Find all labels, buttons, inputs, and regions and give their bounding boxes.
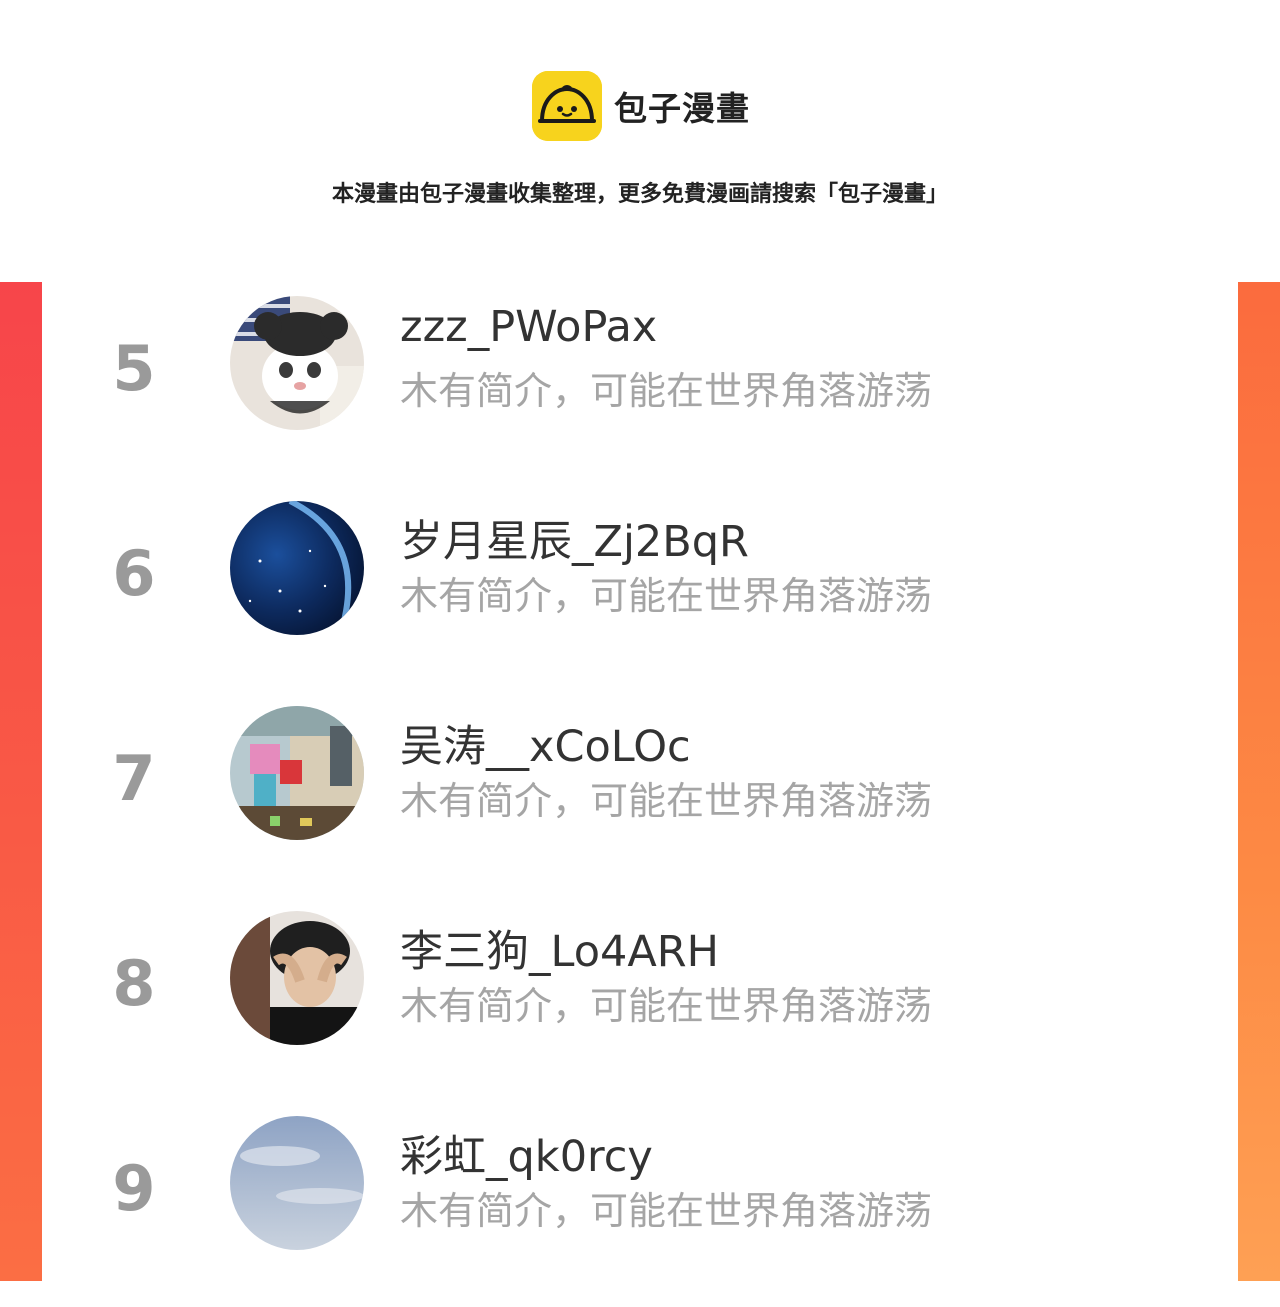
rank-number: 8 — [112, 947, 156, 1020]
list-item[interactable]: 8 李三狗_Lo4ARH 木有简介，可能在世界角落游荡 — [42, 897, 1238, 1102]
username[interactable]: 吴涛__xCoLOc — [400, 712, 691, 774]
blocky-game-avatar-icon[interactable] — [230, 706, 364, 840]
user-bio: 木有简介，可能在世界角落游荡 — [400, 984, 933, 1028]
rank-number: 5 — [112, 332, 156, 405]
username[interactable]: zzz_PWoPax — [400, 302, 657, 352]
sky-avatar-icon[interactable] — [230, 1116, 364, 1250]
rank-number: 7 — [112, 742, 156, 815]
username[interactable]: 岁月星辰_Zj2BqR — [400, 507, 749, 569]
tagline: 本漫畫由包子漫畫收集整理，更多免費漫画請搜索「包子漫畫」 — [331, 182, 948, 207]
person-avatar-icon[interactable] — [230, 911, 364, 1045]
list-item[interactable]: 5 zzz_PWoPax 木有简介，可能在世界角落游荡 — [42, 282, 1238, 487]
user-bio: 木有简介，可能在世界角落游荡 — [400, 574, 933, 618]
username[interactable]: 李三狗_Lo4ARH — [400, 917, 719, 979]
rank-number: 9 — [112, 1152, 156, 1225]
brand-logo[interactable]: 包子漫畫 — [532, 70, 750, 142]
rank-number: 6 — [112, 537, 156, 610]
list-item[interactable]: 7 吴涛__xCoLOc 木有简介，可能在世界角落游荡 — [42, 692, 1238, 897]
ranking-list: 5 zzz_PWoPax 木有简介，可能在世界角落游荡 6 岁月星辰_Zj2Bq… — [42, 282, 1238, 1281]
left-decor-bar — [0, 282, 42, 1281]
header: 包子漫畫 本漫畫由包子漫畫收集整理，更多免費漫画請搜索「包子漫畫」 — [0, 0, 1280, 282]
app-name: 包子漫畫 — [614, 89, 750, 128]
username[interactable]: 彩虹_qk0rcy — [400, 1122, 653, 1184]
right-decor-bar — [1238, 282, 1280, 1281]
user-bio: 木有简介，可能在世界角落游荡 — [400, 369, 933, 413]
user-bio: 木有简介，可能在世界角落游荡 — [400, 1189, 933, 1233]
user-bio: 木有简介，可能在世界角落游荡 — [400, 779, 933, 823]
planet-avatar-icon[interactable] — [230, 501, 364, 635]
cat-avatar-icon[interactable] — [230, 296, 364, 430]
list-item[interactable]: 9 彩虹_qk0rcy 木有简介，可能在世界角落游荡 — [42, 1102, 1238, 1307]
list-item[interactable]: 6 岁月星辰_Zj2BqR 木有简介，可能在世界角落游荡 — [42, 487, 1238, 692]
bun-mascot-icon — [532, 71, 602, 141]
